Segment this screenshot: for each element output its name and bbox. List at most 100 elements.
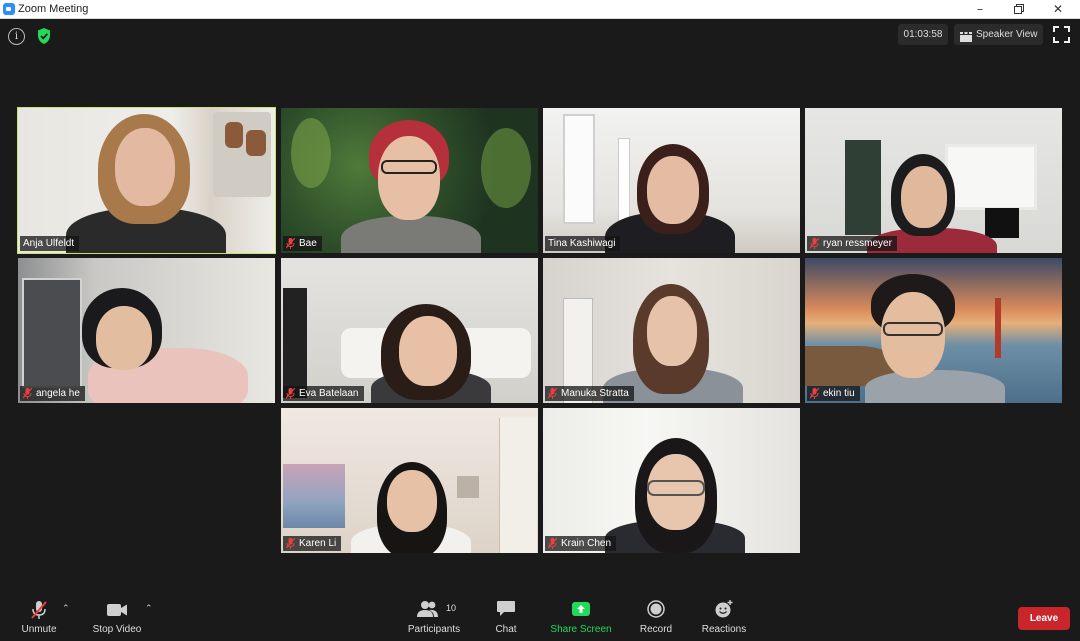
participant-name: Tina Kashiwagi — [548, 238, 616, 249]
background-decor — [499, 418, 537, 553]
participant-name: angela he — [36, 388, 80, 399]
participant-name-tag: angela he — [20, 386, 85, 401]
speaker-view-icon — [960, 29, 972, 42]
person-silhouette — [647, 156, 699, 224]
participants-button[interactable]: 10 Participants — [402, 590, 466, 640]
chat-button[interactable]: Chat — [486, 590, 526, 640]
info-icon[interactable]: i — [8, 28, 25, 45]
person-silhouette — [901, 166, 947, 228]
unmute-button[interactable]: Unmute — [14, 590, 64, 640]
background-decor — [481, 128, 531, 208]
person-silhouette — [341, 216, 481, 253]
participant-name-tag: Anja Ulfeldt — [20, 236, 80, 251]
speaker-view-label: Speaker View — [976, 29, 1038, 40]
participant-name: Bae — [299, 238, 317, 249]
share-screen-icon — [571, 600, 591, 621]
participants-icon — [417, 600, 439, 621]
video-camera-icon — [106, 600, 128, 621]
background-decor — [845, 140, 881, 235]
participant-name-tag: ryan ressmeyer — [807, 236, 897, 251]
background-decor — [283, 288, 307, 398]
share-screen-button[interactable]: Share Screen — [548, 590, 614, 640]
background-decor — [618, 138, 630, 228]
muted-mic-icon — [30, 600, 48, 623]
background-decor — [225, 122, 243, 148]
window-title-bar: Zoom Meeting – ✕ — [0, 0, 1080, 19]
glasses — [647, 480, 705, 496]
person-silhouette — [96, 306, 152, 370]
person-silhouette — [387, 470, 437, 532]
muted-mic-icon — [285, 537, 296, 549]
person-silhouette — [115, 128, 175, 206]
participant-tile[interactable]: Eva Batelaan — [281, 258, 538, 403]
background-decor — [995, 298, 1001, 358]
share-screen-label: Share Screen — [550, 624, 612, 635]
unmute-label: Unmute — [21, 624, 57, 635]
participant-name: Anja Ulfeldt — [23, 238, 75, 249]
window-title: Zoom Meeting — [18, 3, 89, 15]
chat-bubble-icon — [496, 600, 516, 621]
background-decor — [291, 118, 331, 188]
audio-options-chevron-icon[interactable]: ⌃ — [62, 604, 70, 614]
participant-name: ekin tiu — [823, 388, 855, 399]
muted-mic-icon — [809, 237, 820, 249]
participants-count: 10 — [446, 603, 457, 613]
zoom-app-icon — [3, 3, 15, 15]
participants-label: Participants — [407, 624, 461, 635]
participant-tile[interactable]: Krain Chen — [543, 408, 800, 553]
participant-tile[interactable]: ryan ressmeyer — [805, 108, 1062, 253]
participant-name-tag: Tina Kashiwagi — [545, 236, 621, 251]
participant-tile[interactable]: angela he — [18, 258, 275, 403]
record-button[interactable]: Record — [636, 590, 676, 640]
participant-name-tag: Krain Chen — [545, 536, 617, 551]
reactions-button[interactable]: Reactions — [698, 590, 750, 640]
person-silhouette — [865, 370, 1005, 403]
glasses — [381, 160, 437, 174]
participant-tile[interactable]: Anja Ulfeldt — [17, 107, 276, 254]
person-silhouette — [399, 316, 457, 386]
close-icon[interactable]: ✕ — [1038, 0, 1078, 19]
background-decor — [945, 144, 1037, 210]
video-options-chevron-icon[interactable]: ⌃ — [145, 604, 153, 614]
muted-mic-icon — [809, 387, 820, 399]
participant-tile[interactable]: Manuka Stratta — [543, 258, 800, 403]
background-decor — [283, 464, 345, 528]
participant-name: Manuka Stratta — [561, 388, 629, 399]
minimize-icon[interactable]: – — [960, 0, 1000, 19]
background-decor — [563, 114, 595, 224]
restore-icon[interactable] — [999, 0, 1039, 19]
participant-name-tag: ekin tiu — [807, 386, 860, 401]
participant-name: Krain Chen — [561, 538, 612, 549]
stop-video-button[interactable]: Stop Video — [88, 590, 146, 640]
glasses — [883, 322, 943, 336]
chat-label: Chat — [495, 624, 517, 635]
participant-name-tag: Manuka Stratta — [545, 386, 634, 401]
meeting-controls-bar: Unmute ⌃ Stop Video ⌃ 10 Participants Ch… — [0, 590, 1080, 641]
participant-tile[interactable]: Bae — [281, 108, 538, 253]
emoji-reaction-icon — [714, 600, 734, 621]
muted-mic-icon — [22, 387, 33, 399]
participant-name-tag: Karen Li — [283, 536, 342, 551]
background-decor — [22, 278, 82, 388]
participant-tile[interactable]: Karen Li — [281, 408, 538, 553]
participant-name: Eva Batelaan — [299, 388, 359, 399]
person-silhouette — [378, 136, 440, 220]
background-decor — [457, 476, 479, 498]
muted-mic-icon — [285, 387, 296, 399]
background-decor — [246, 130, 266, 156]
participant-tile[interactable]: ekin tiu — [805, 258, 1062, 403]
record-label: Record — [639, 624, 673, 635]
background-decor — [985, 208, 1019, 238]
record-icon — [647, 600, 665, 621]
fullscreen-icon[interactable] — [1053, 26, 1070, 43]
shield-check-icon[interactable] — [34, 26, 54, 46]
reactions-label: Reactions — [701, 624, 747, 635]
muted-mic-icon — [547, 387, 558, 399]
participant-name: ryan ressmeyer — [823, 238, 892, 249]
leave-button[interactable]: Leave — [1018, 607, 1070, 630]
meeting-top-bar: i 01:03:58 Speaker View — [0, 20, 1080, 54]
participant-tile[interactable]: Tina Kashiwagi — [543, 108, 800, 253]
muted-mic-icon — [285, 237, 296, 249]
speaker-view-button[interactable]: Speaker View — [954, 24, 1043, 45]
participant-name-tag: Bae — [283, 236, 322, 251]
